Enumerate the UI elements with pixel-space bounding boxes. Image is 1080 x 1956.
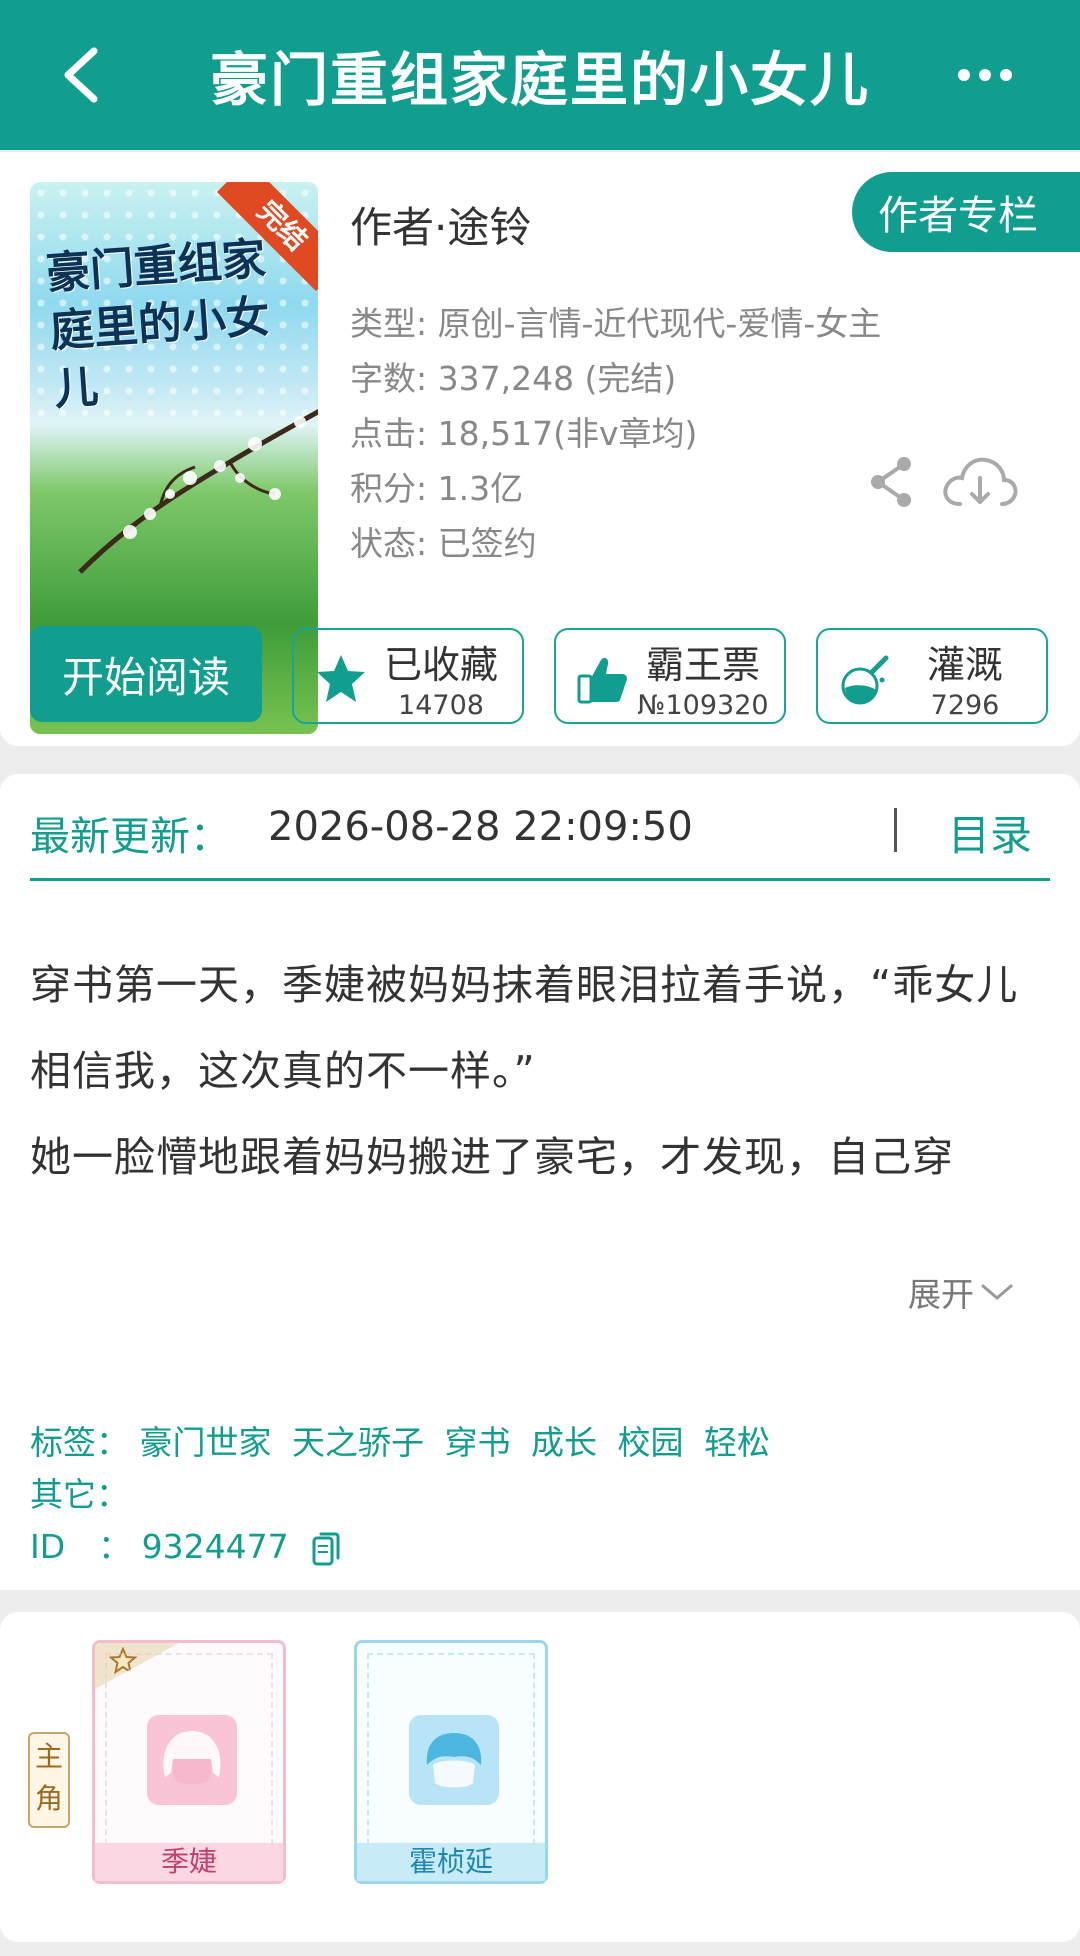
id-value: 9324477 — [141, 1527, 289, 1566]
tags-row: 标签： 豪门世家 天之骄子 穿书 成长 校园 轻松 — [30, 1416, 780, 1464]
flask-icon — [841, 655, 889, 705]
synopsis-paragraph: 她一脸懵地跟着妈妈搬进了豪宅，才发现，自己穿 — [30, 1133, 954, 1181]
overlord-ticket-rank: №109320 — [637, 690, 769, 721]
author-name[interactable]: 作者·途铃 — [350, 194, 531, 255]
character-card[interactable]: 霍桢延 — [354, 1640, 548, 1884]
id-label: ID ： — [30, 1527, 132, 1566]
tag-item[interactable]: 校园 — [618, 1423, 684, 1462]
tag-item[interactable]: 轻松 — [704, 1423, 770, 1462]
more-options-button[interactable] — [940, 50, 1030, 100]
cover-title: 豪门重组家庭里的小女儿 — [44, 233, 272, 416]
meta-type: 类型: 原创-言情-近代现代-爱情-女主 — [350, 304, 882, 343]
expand-label: 展开 — [908, 1275, 974, 1314]
start-reading-button[interactable]: 开始阅读 — [30, 626, 262, 722]
tag-item[interactable]: 成长 — [531, 1423, 597, 1462]
latest-update-time[interactable]: 2026-08-28 22:09:50 — [268, 804, 693, 850]
copy-icon[interactable] — [311, 1530, 341, 1568]
overlord-ticket-label: 霸王票 — [645, 643, 760, 687]
latest-update-label: 最新更新： — [30, 814, 230, 860]
favorite-count: 14708 — [398, 690, 484, 721]
tag-item[interactable]: 豪门世家 — [140, 1423, 272, 1462]
meta-word-count: 字数: 337,248 (完结) — [350, 359, 677, 398]
share-button[interactable] — [866, 454, 916, 510]
table-of-contents-link[interactable]: 目录 — [948, 802, 1032, 863]
meta-clicks: 点击: 18,517(非v章均) — [350, 414, 698, 453]
book-info-card: 豪门重组家庭里的小女儿 完结 作者·途铃 作者专栏 类型: 原创-言情-近代现代… — [0, 152, 1080, 746]
nutrient-button[interactable]: 灌溉 7296 — [816, 628, 1048, 724]
book-meta: 类型: 原创-言情-近代现代-爱情-女主 字数: 337,248 (完结) 点击… — [350, 296, 881, 571]
meta-score: 积分: 1.3亿 — [350, 469, 524, 508]
tags-label: 标签： — [30, 1423, 129, 1462]
synopsis-section: 穿书第一天，季婕被妈妈抹着眼泪拉着手说，“乖女儿相信我，这次真的不一样。” 她一… — [0, 910, 1080, 1590]
synopsis-paragraph: 穿书第一天，季婕被妈妈抹着眼泪拉着手说，“乖女儿相信我，这次真的不一样。” — [30, 961, 1019, 1095]
latest-update-bar: 最新更新： 2026-08-28 22:09:50 目录 — [0, 774, 1080, 910]
tag-item[interactable]: 穿书 — [445, 1423, 511, 1462]
download-button[interactable] — [938, 452, 1022, 512]
character-card[interactable]: 季婕 — [92, 1640, 286, 1884]
male-avatar-icon — [409, 1715, 499, 1805]
more-dot-icon — [979, 69, 991, 81]
page-title: 豪门重组家庭里的小女儿 — [209, 46, 870, 114]
top-bar: 豪门重组家庭里的小女儿 — [0, 0, 1080, 150]
protagonist-badge: 主角 — [28, 1732, 70, 1828]
nutrient-label: 灌溉 — [926, 643, 1003, 687]
divider — [30, 878, 1050, 881]
id-row: ID ： 9324477 — [30, 1520, 341, 1568]
tag-item[interactable]: 天之骄子 — [292, 1423, 424, 1462]
star-icon — [317, 655, 365, 702]
favorite-button[interactable]: 已收藏 14708 — [292, 628, 524, 724]
other-row: 其它： — [30, 1468, 129, 1516]
chevron-down-icon — [981, 1284, 1013, 1300]
more-dot-icon — [1000, 69, 1012, 81]
divider — [894, 808, 897, 852]
author-column-button[interactable]: 作者专栏 — [852, 172, 1080, 252]
chevron-left-icon — [64, 47, 98, 103]
back-button[interactable] — [40, 40, 120, 110]
meta-status: 状态: 已签约 — [350, 524, 537, 563]
cloud-download-icon — [943, 457, 1018, 506]
other-label: 其它： — [30, 1475, 129, 1514]
favorite-label: 已收藏 — [383, 643, 498, 687]
character-name: 季婕 — [95, 1843, 283, 1881]
share-icon — [871, 457, 911, 507]
overlord-ticket-button[interactable]: 霸王票 №109320 — [554, 628, 786, 724]
characters-section: 主角 季婕 霍桢延 — [0, 1612, 1080, 1942]
more-dot-icon — [958, 69, 970, 81]
female-avatar-icon — [147, 1715, 237, 1805]
expand-button[interactable]: 展开 — [908, 1268, 1014, 1316]
character-name: 霍桢延 — [357, 1843, 545, 1881]
nutrient-count: 7296 — [930, 690, 1000, 721]
thumbs-up-icon — [577, 657, 627, 704]
